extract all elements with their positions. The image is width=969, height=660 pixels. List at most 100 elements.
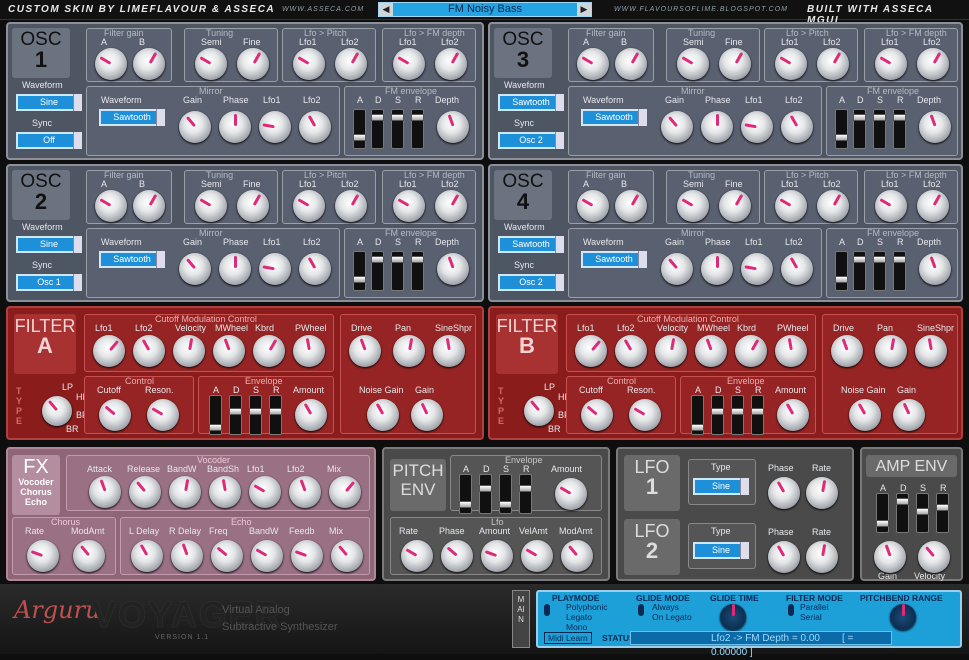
vocoder-release-knob[interactable] bbox=[129, 476, 161, 508]
vocoder-bandw-knob[interactable] bbox=[169, 476, 201, 508]
cutoff-pwheel-knob[interactable] bbox=[775, 335, 807, 367]
cutoff-lfo1-knob[interactable] bbox=[93, 335, 125, 367]
cutoff-kbrd-knob[interactable] bbox=[253, 335, 285, 367]
mirror-gain-knob[interactable] bbox=[179, 253, 211, 285]
mirror-phase-knob[interactable] bbox=[219, 253, 251, 285]
filter_gain-b-knob[interactable] bbox=[615, 190, 647, 222]
mirror-waveform-select[interactable]: Sawtooth bbox=[99, 251, 165, 268]
pan-knob[interactable] bbox=[875, 335, 907, 367]
tuning-fine-knob[interactable] bbox=[237, 48, 269, 80]
fm-depth-knob[interactable] bbox=[437, 111, 469, 143]
pitch-amount-knob[interactable] bbox=[555, 478, 587, 510]
filter_gain-a-knob[interactable] bbox=[577, 48, 609, 80]
tuning-fine-knob[interactable] bbox=[237, 190, 269, 222]
amp-a-fader[interactable] bbox=[876, 493, 889, 533]
lfo_fm-lfo2-knob[interactable] bbox=[917, 190, 949, 222]
lfo_fm-lfo2-knob[interactable] bbox=[435, 190, 467, 222]
cutoff-pwheel-knob[interactable] bbox=[293, 335, 325, 367]
fm-env-s-fader[interactable] bbox=[391, 109, 404, 149]
pitch-d-fader[interactable] bbox=[479, 474, 492, 514]
cutoff-mwheel-knob[interactable] bbox=[695, 335, 727, 367]
tuning-fine-knob[interactable] bbox=[719, 190, 751, 222]
waveform-select[interactable]: Sine bbox=[16, 94, 82, 111]
lfo_pitch-lfo1-knob[interactable] bbox=[775, 190, 807, 222]
glide-always[interactable]: Always bbox=[652, 602, 679, 612]
glide-mode-toggle[interactable] bbox=[638, 604, 644, 616]
fm-env-s-fader[interactable] bbox=[873, 109, 886, 149]
pitch-lfo-lamount-knob[interactable] bbox=[481, 540, 513, 572]
pan-knob[interactable] bbox=[393, 335, 425, 367]
playmode-polyphonic[interactable]: Polyphonic bbox=[566, 602, 608, 612]
lfo_pitch-lfo2-knob[interactable] bbox=[335, 48, 367, 80]
mirror-lfo1-knob[interactable] bbox=[741, 253, 773, 285]
mirror-lfo2-knob[interactable] bbox=[781, 111, 813, 143]
mirror-lfo2-knob[interactable] bbox=[781, 253, 813, 285]
amp-r-fader[interactable] bbox=[936, 493, 949, 533]
pitch-r-fader[interactable] bbox=[519, 474, 532, 514]
drive-knob[interactable] bbox=[349, 335, 381, 367]
filter-type-knob[interactable] bbox=[42, 396, 72, 426]
pitch-lfo-velamt-knob[interactable] bbox=[521, 540, 553, 572]
filter-serial[interactable]: Serial bbox=[800, 612, 822, 622]
fm-env-r-fader[interactable] bbox=[411, 251, 424, 291]
cutoff-knob[interactable] bbox=[99, 399, 131, 431]
fm-env-d-fader[interactable] bbox=[371, 251, 384, 291]
lfo_pitch-lfo2-knob[interactable] bbox=[817, 48, 849, 80]
filter_gain-a-knob[interactable] bbox=[95, 48, 127, 80]
fm-env-r-fader[interactable] bbox=[893, 109, 906, 149]
lfo-type-select[interactable]: Sine bbox=[693, 478, 749, 495]
fm-env-a-fader[interactable] bbox=[835, 109, 848, 149]
env-r-fader[interactable] bbox=[751, 395, 764, 435]
mirror-phase-knob[interactable] bbox=[219, 111, 251, 143]
playmode-legato[interactable]: Legato bbox=[566, 612, 592, 622]
mirror-gain-knob[interactable] bbox=[179, 111, 211, 143]
sync-select[interactable]: Osc 2 bbox=[498, 274, 564, 291]
env-d-fader[interactable] bbox=[229, 395, 242, 435]
pitch-lfo-phase-knob[interactable] bbox=[441, 540, 473, 572]
lfo_pitch-lfo1-knob[interactable] bbox=[293, 48, 325, 80]
fm-env-s-fader[interactable] bbox=[391, 251, 404, 291]
mirror-lfo2-knob[interactable] bbox=[299, 253, 331, 285]
lfo_fm-lfo2-knob[interactable] bbox=[435, 48, 467, 80]
echo-freq-knob[interactable] bbox=[211, 540, 243, 572]
fm-env-s-fader[interactable] bbox=[873, 251, 886, 291]
fm-env-d-fader[interactable] bbox=[371, 109, 384, 149]
lfo_fm-lfo1-knob[interactable] bbox=[875, 190, 907, 222]
filter-gain-knob[interactable] bbox=[411, 399, 443, 431]
reson-knob[interactable] bbox=[147, 399, 179, 431]
vocoder-bandsh-knob[interactable] bbox=[209, 476, 241, 508]
filter_gain-b-knob[interactable] bbox=[615, 48, 647, 80]
lfo_fm-lfo1-knob[interactable] bbox=[393, 190, 425, 222]
glide-time-knob[interactable] bbox=[720, 604, 746, 630]
env-a-fader[interactable] bbox=[209, 395, 222, 435]
fm-depth-knob[interactable] bbox=[437, 253, 469, 285]
echo-rdelay-knob[interactable] bbox=[171, 540, 203, 572]
cutoff-mwheel-knob[interactable] bbox=[213, 335, 245, 367]
echo-mix-knob[interactable] bbox=[331, 540, 363, 572]
preset-selector[interactable]: ◀ FM Noisy Bass ▶ bbox=[378, 2, 592, 17]
mirror-lfo1-knob[interactable] bbox=[741, 111, 773, 143]
lfo_pitch-lfo2-knob[interactable] bbox=[817, 190, 849, 222]
fm-env-a-fader[interactable] bbox=[835, 251, 848, 291]
echo-ldelay-knob[interactable] bbox=[131, 540, 163, 572]
amp-velocity-knob[interactable] bbox=[918, 541, 950, 573]
lfo-rate-knob[interactable] bbox=[806, 477, 838, 509]
cutoff-kbrd-knob[interactable] bbox=[735, 335, 767, 367]
playmode-mono[interactable]: Mono bbox=[566, 622, 587, 632]
pitch-lfo-modamt-knob[interactable] bbox=[561, 540, 593, 572]
env-d-fader[interactable] bbox=[711, 395, 724, 435]
sync-select[interactable]: Off bbox=[16, 132, 82, 149]
mirror-waveform-select[interactable]: Sawtooth bbox=[581, 251, 647, 268]
reson-knob[interactable] bbox=[629, 399, 661, 431]
vocoder-lfo2-knob[interactable] bbox=[289, 476, 321, 508]
noise-gain-knob[interactable] bbox=[849, 399, 881, 431]
mirror-gain-knob[interactable] bbox=[661, 253, 693, 285]
cutoff-knob[interactable] bbox=[581, 399, 613, 431]
fm-depth-knob[interactable] bbox=[919, 111, 951, 143]
amp-d-fader[interactable] bbox=[896, 493, 909, 533]
pitchbend-knob[interactable] bbox=[890, 604, 916, 630]
lfo_pitch-lfo1-knob[interactable] bbox=[775, 48, 807, 80]
env-amount-knob[interactable] bbox=[777, 399, 809, 431]
mirror-phase-knob[interactable] bbox=[701, 111, 733, 143]
env-a-fader[interactable] bbox=[691, 395, 704, 435]
